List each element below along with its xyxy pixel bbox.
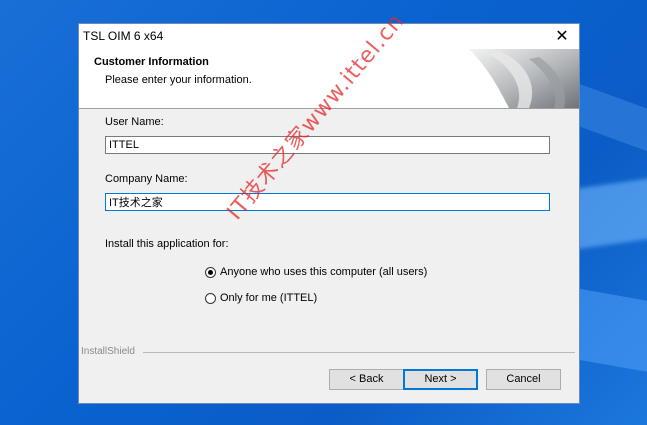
close-icon[interactable]: ✕ [545,24,579,49]
user-name-input[interactable] [105,136,550,154]
radio-option-label: Anyone who uses this computer (all users… [220,266,428,278]
next-button[interactable]: Next > [403,369,478,390]
cancel-button[interactable]: Cancel [486,369,561,390]
user-name-label: User Name: [105,116,164,128]
company-name-label: Company Name: [105,173,188,185]
radio-option-label: Only for me (ITTEL) [220,292,318,304]
header-title: Customer Information [94,56,209,68]
header-subtitle: Please enter your information. [105,74,252,86]
install-for-label: Install this application for: [105,238,229,250]
window-title: TSL OIM 6 x64 [83,29,164,43]
company-name-input[interactable] [105,193,550,211]
radio-checked-icon[interactable] [205,266,216,278]
radio-option-all-users[interactable]: Anyone who uses this computer (all users… [205,266,427,278]
footer-divider [143,352,575,353]
radio-option-only-me[interactable]: Only for me (ITTEL) [205,292,317,304]
back-button[interactable]: < Back [329,369,404,390]
header-banner-graphic [469,49,579,108]
installshield-brand: InstallShield [81,346,135,357]
radio-unchecked-icon[interactable] [205,292,216,304]
title-bar: TSL OIM 6 x64 ✕ [79,24,579,49]
